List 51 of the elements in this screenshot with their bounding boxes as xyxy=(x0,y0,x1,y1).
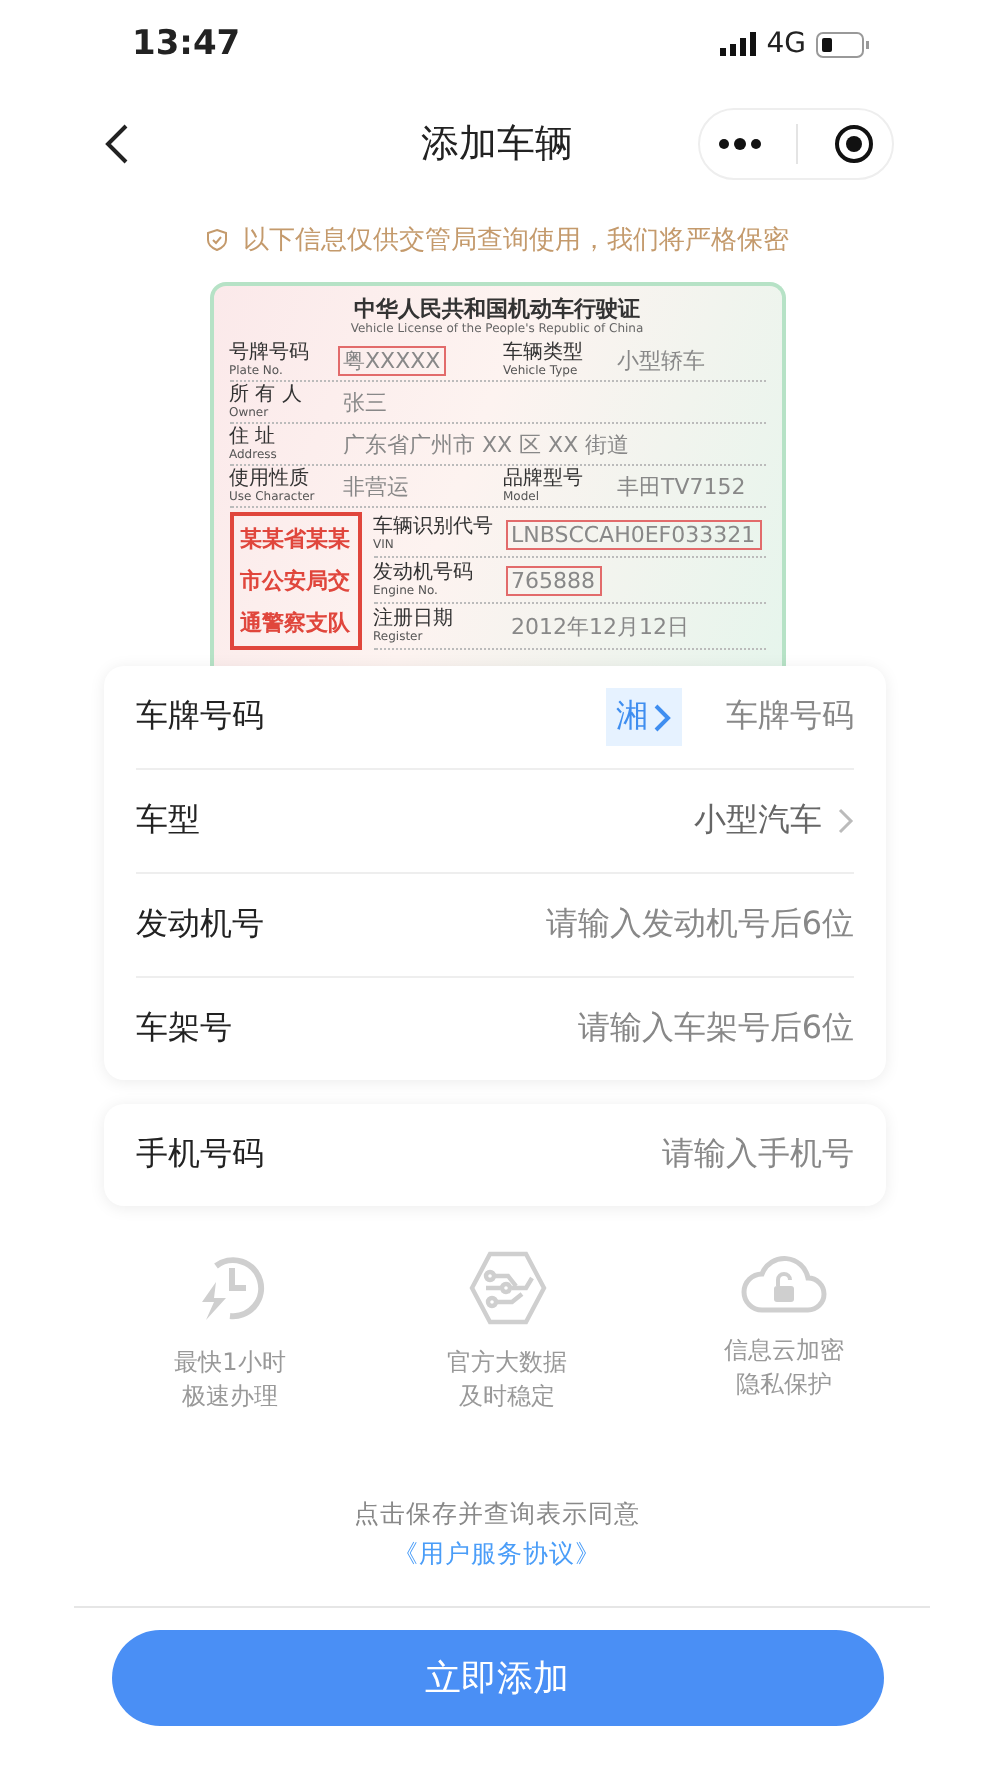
field-label: 车牌号码 xyxy=(136,696,264,738)
cloud-lock-icon xyxy=(740,1250,828,1314)
field-label: 所 有 人 xyxy=(229,384,304,406)
field-value: 非营运 xyxy=(341,471,411,501)
chevron-icon xyxy=(838,808,854,834)
close-target-icon[interactable] xyxy=(834,124,875,164)
feature-caption: 官方大数据 及时稳定 xyxy=(447,1346,567,1414)
back-icon[interactable] xyxy=(104,122,132,166)
field-label: 车辆类型 xyxy=(503,342,585,364)
privacy-notice: 以下信息仅供交管局查询使用，我们将严格保密 xyxy=(243,224,789,258)
page-title: 添加车辆 xyxy=(421,122,573,166)
battery-icon xyxy=(816,31,870,57)
field-value: LNBSCCAH0EF033321 xyxy=(505,519,762,549)
phone-input-field[interactable]: 请输入手机号 xyxy=(662,1134,854,1176)
field-value: 广东省广州市 XX 区 XX 街道 xyxy=(341,429,632,459)
field-value: 2012年12月12日 xyxy=(509,611,691,641)
field-label: 号牌号码 xyxy=(229,342,311,364)
field-value: 小型轿车 xyxy=(615,345,707,375)
field-label: 车辆识别代号 xyxy=(373,516,495,538)
feature-caption: 最快1小时 极速办理 xyxy=(174,1346,286,1414)
signal-icon xyxy=(720,32,757,56)
submit-button[interactable]: 立即添加 xyxy=(111,1630,883,1726)
agreement-text: 点击保存并查询表示同意 xyxy=(352,1496,642,1532)
field-label: 品牌型号 xyxy=(503,468,585,490)
field-label: 注册日期 xyxy=(373,608,455,630)
chevron-icon xyxy=(654,703,672,731)
field-value: 粤XXXXX xyxy=(337,345,447,375)
field-value: 张三 xyxy=(341,387,389,417)
field-value: 765888 xyxy=(505,565,601,595)
circuit-hexagon-icon xyxy=(467,1250,547,1326)
license-title: 中华人民共和国机动车行驶证 xyxy=(352,296,642,322)
field-label: 住 址 xyxy=(229,426,278,448)
more-icon[interactable] xyxy=(717,138,762,150)
input-field[interactable]: 请输入发动机号后6位 xyxy=(545,904,854,946)
field-label: 手机号码 xyxy=(136,1134,264,1176)
issuer-stamp: 某某省某某 市公安局交 通警察支队 xyxy=(229,512,361,650)
network-label: 4G xyxy=(766,28,806,60)
feature-caption: 信息云加密 隐私保护 xyxy=(724,1334,844,1402)
plate-input-field[interactable]: 车牌号码 xyxy=(726,696,854,738)
agreement-link[interactable]: 《用户服务协议》 xyxy=(393,1538,601,1568)
field-label: 使用性质 xyxy=(229,468,311,490)
field-label: 车架号 xyxy=(136,1008,232,1050)
vehicle-type-select[interactable]: 小型汽车 xyxy=(694,800,822,842)
status-time: 13:47 xyxy=(132,24,241,64)
field-label: 发动机号码 xyxy=(373,562,475,584)
field-label: 发动机号 xyxy=(136,904,264,946)
input-field[interactable]: 请输入车架号后6位 xyxy=(577,1008,854,1050)
field-value: 丰田TV7152 xyxy=(615,471,748,501)
province-picker[interactable]: 湘 xyxy=(606,688,682,746)
field-label: 车型 xyxy=(136,800,200,842)
shield-icon xyxy=(205,228,227,252)
